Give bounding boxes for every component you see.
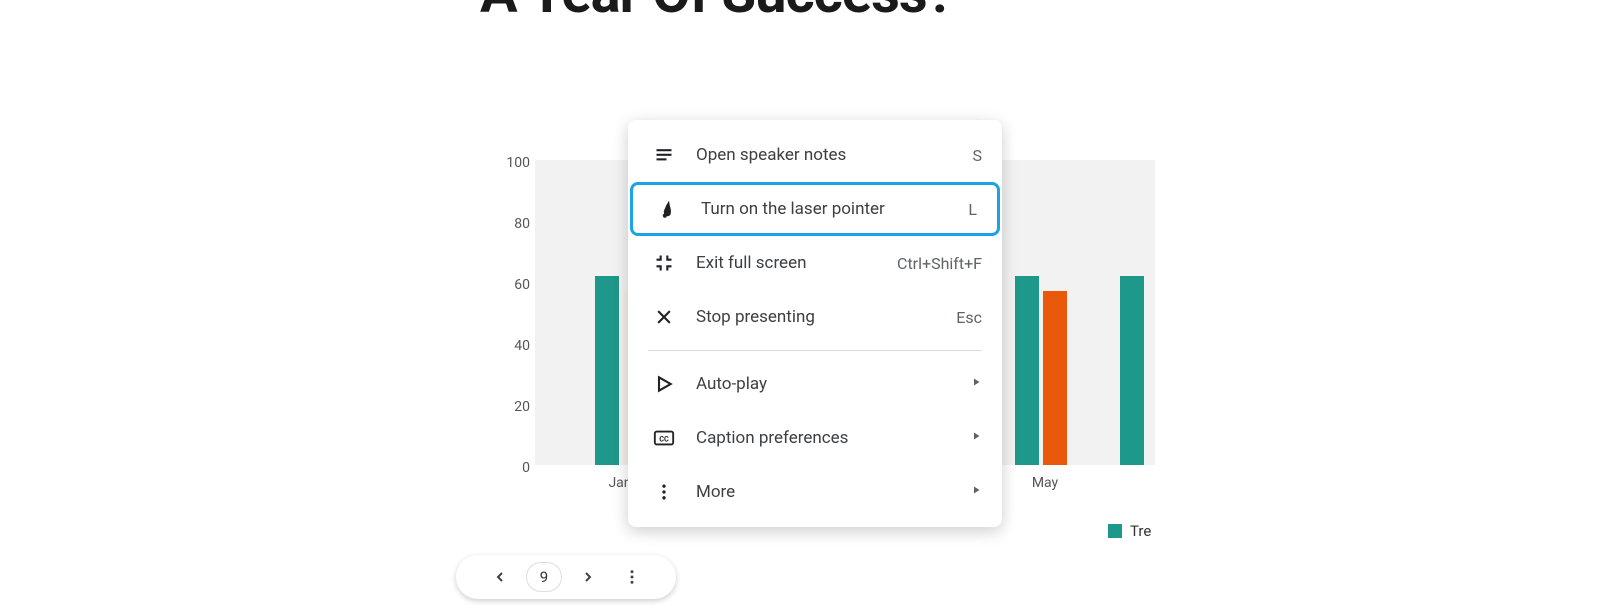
more-vert-icon <box>623 568 641 586</box>
submenu-arrow-icon <box>970 484 982 500</box>
bar-trend1 <box>1120 276 1144 465</box>
menu-label: More <box>696 482 970 502</box>
bar-group <box>1015 276 1075 465</box>
bar-trend1 <box>595 276 619 465</box>
menu-shortcut: Ctrl+Shift+F <box>897 254 982 273</box>
y-tick: 80 <box>514 216 530 232</box>
presentation-controls: 9 <box>456 555 676 599</box>
menu-item-caption-preferences[interactable]: CC Caption preferences <box>628 411 1002 465</box>
y-tick: 0 <box>522 460 530 476</box>
legend-label: Tre <box>1130 522 1151 540</box>
bar-group <box>1120 276 1180 465</box>
chevron-left-icon <box>492 569 508 585</box>
laser-icon <box>657 197 681 221</box>
y-tick: 40 <box>514 338 530 354</box>
notes-icon <box>652 143 676 167</box>
more-vert-icon <box>652 480 676 504</box>
menu-label: Open speaker notes <box>696 145 973 165</box>
chevron-right-icon <box>580 569 596 585</box>
menu-shortcut: L <box>968 200 977 219</box>
next-slide-button[interactable] <box>570 559 606 595</box>
chart-legend: Tre <box>1108 522 1151 540</box>
menu-label: Stop presenting <box>696 307 956 327</box>
menu-item-more[interactable]: More <box>628 465 1002 519</box>
menu-item-exit-fullscreen[interactable]: Exit full screen Ctrl+Shift+F <box>628 236 1002 290</box>
exit-fullscreen-icon <box>652 251 676 275</box>
menu-label: Caption preferences <box>696 428 970 448</box>
y-tick: 100 <box>506 155 530 171</box>
page-number[interactable]: 9 <box>526 562 562 592</box>
menu-item-speaker-notes[interactable]: Open speaker notes S <box>628 128 1002 182</box>
presentation-menu: Open speaker notes S Turn on the laser p… <box>628 120 1002 527</box>
y-tick: 20 <box>514 399 530 415</box>
x-tick: May <box>1025 475 1065 491</box>
menu-item-laser-pointer[interactable]: Turn on the laser pointer L <box>630 182 1000 236</box>
menu-label: Auto-play <box>696 374 970 394</box>
legend-swatch <box>1108 524 1122 538</box>
menu-shortcut: Esc <box>956 308 982 327</box>
prev-slide-button[interactable] <box>482 559 518 595</box>
menu-divider <box>648 350 982 351</box>
bar-trend2 <box>1043 291 1067 465</box>
svg-text:CC: CC <box>659 435 669 444</box>
menu-item-stop-presenting[interactable]: Stop presenting Esc <box>628 290 1002 344</box>
menu-label: Exit full screen <box>696 253 897 273</box>
submenu-arrow-icon <box>970 430 982 446</box>
menu-shortcut: S <box>973 146 983 165</box>
more-options-button[interactable] <box>614 559 650 595</box>
menu-item-autoplay[interactable]: Auto-play <box>628 357 1002 411</box>
close-icon <box>652 305 676 329</box>
bar-trend1 <box>1015 276 1039 465</box>
play-outline-icon <box>652 372 676 396</box>
cc-icon: CC <box>652 426 676 450</box>
y-tick: 60 <box>514 277 530 293</box>
menu-label: Turn on the laser pointer <box>701 199 968 219</box>
submenu-arrow-icon <box>970 376 982 392</box>
page-title: A Year Of Success? <box>480 0 953 26</box>
